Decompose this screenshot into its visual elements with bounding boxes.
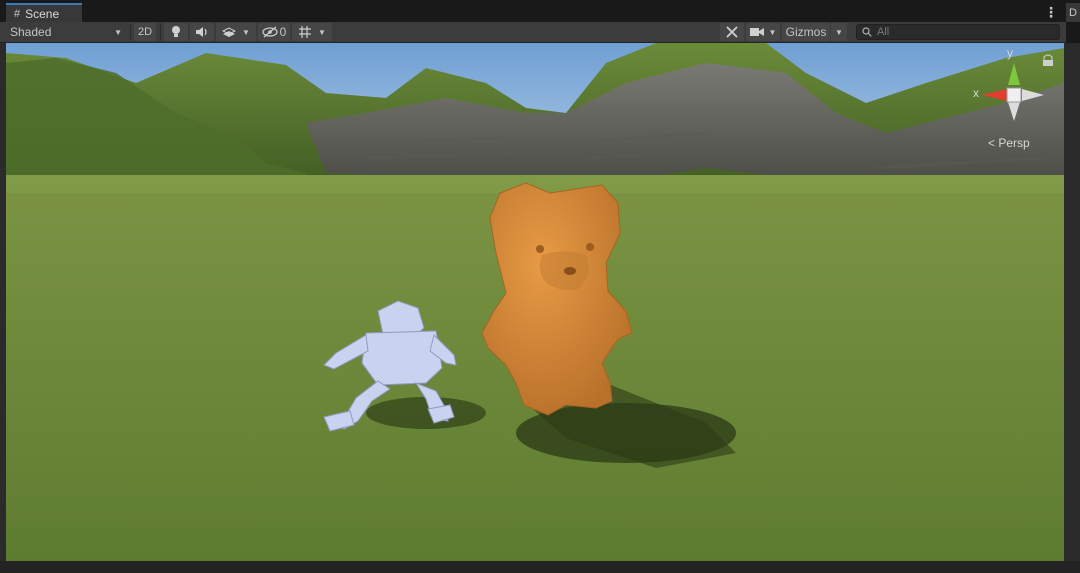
scene-viewport[interactable]: y x < Persp	[6, 43, 1064, 561]
chevron-down-icon: ▼	[114, 27, 122, 37]
tab-bar: # Scene ⋮ D	[0, 0, 1080, 22]
search-input[interactable]	[877, 26, 1047, 38]
search-icon	[862, 27, 872, 37]
tab-right-panel[interactable]: D	[1066, 3, 1080, 22]
gizmo-x-label: x	[973, 86, 979, 100]
tools-button[interactable]	[720, 23, 744, 41]
hidden-count: 0	[279, 25, 287, 39]
gizmo-center-cube[interactable]	[1006, 87, 1022, 103]
scene-toolbar: Shaded ▼ 2D ▼ 0 ▼ ▼ Gizmos ▼ All	[0, 22, 1066, 43]
gizmos-dropdown[interactable]: ▼	[831, 23, 847, 41]
lock-icon-body	[1043, 60, 1053, 66]
toggle-2d-button[interactable]: 2D	[134, 23, 156, 41]
gizmo-y-label: y	[1007, 46, 1013, 60]
chevron-down-icon: ▼	[242, 27, 250, 37]
toolbar-divider	[160, 24, 161, 40]
toggle-2d-label: 2D	[137, 26, 153, 38]
grid-snap-icon	[299, 26, 312, 38]
camera-icon	[749, 28, 764, 36]
tab-right-panel-label: D	[1069, 6, 1077, 19]
gizmos-button[interactable]: Gizmos	[782, 23, 830, 41]
viewport-frame-right	[1064, 43, 1080, 561]
chevron-down-icon: ▼	[768, 27, 777, 37]
gizmos-label: Gizmos	[785, 25, 827, 39]
viewport-frame-bottom	[0, 561, 1080, 573]
audio-toggle-button[interactable]	[190, 23, 214, 41]
draw-mode-dropdown[interactable]: Shaded ▼	[4, 23, 128, 41]
kebab-icon[interactable]: ⋮	[1044, 4, 1058, 20]
audio-icon	[196, 27, 207, 37]
projection-toggle[interactable]: < Persp	[988, 136, 1030, 150]
effects-icon	[222, 27, 237, 37]
tab-scene[interactable]: # Scene	[6, 3, 82, 22]
lighting-toggle-button[interactable]	[164, 23, 188, 41]
figure-shadow	[366, 397, 486, 429]
grid-snap-dropdown[interactable]: ▼	[292, 23, 332, 41]
scene-visibility-button[interactable]: 0	[258, 23, 290, 41]
grid-icon: #	[14, 7, 21, 20]
chevron-down-icon: ▼	[835, 27, 843, 37]
effects-dropdown[interactable]: ▼	[216, 23, 256, 41]
toolbar-divider	[130, 24, 131, 40]
tools-icon	[726, 26, 738, 38]
visibility-icon	[262, 26, 278, 38]
search-field[interactable]	[856, 24, 1060, 40]
chevron-down-icon: ▼	[318, 27, 326, 37]
draw-mode-label: Shaded	[10, 25, 52, 39]
lightbulb-icon	[172, 26, 180, 37]
tab-scene-label: Scene	[25, 6, 60, 21]
camera-dropdown[interactable]: ▼	[746, 23, 780, 41]
